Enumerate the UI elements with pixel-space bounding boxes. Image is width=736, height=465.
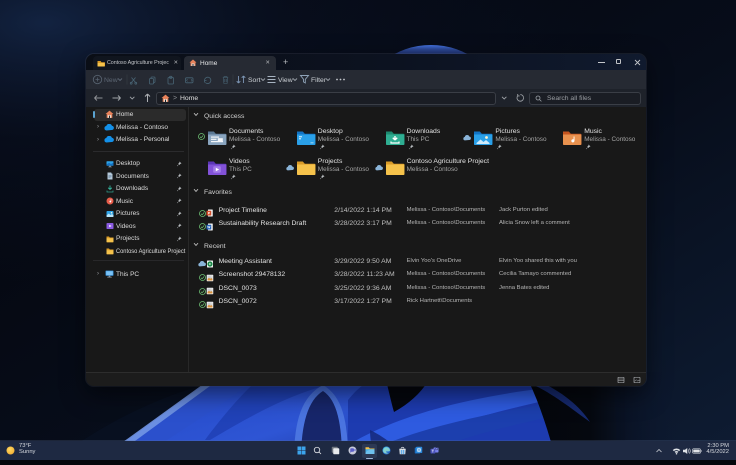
svg-text:View: View	[278, 77, 293, 84]
svg-text:New: New	[104, 77, 118, 84]
svg-text:Sort: Sort	[248, 77, 261, 84]
svg-text:Filter: Filter	[311, 77, 327, 84]
